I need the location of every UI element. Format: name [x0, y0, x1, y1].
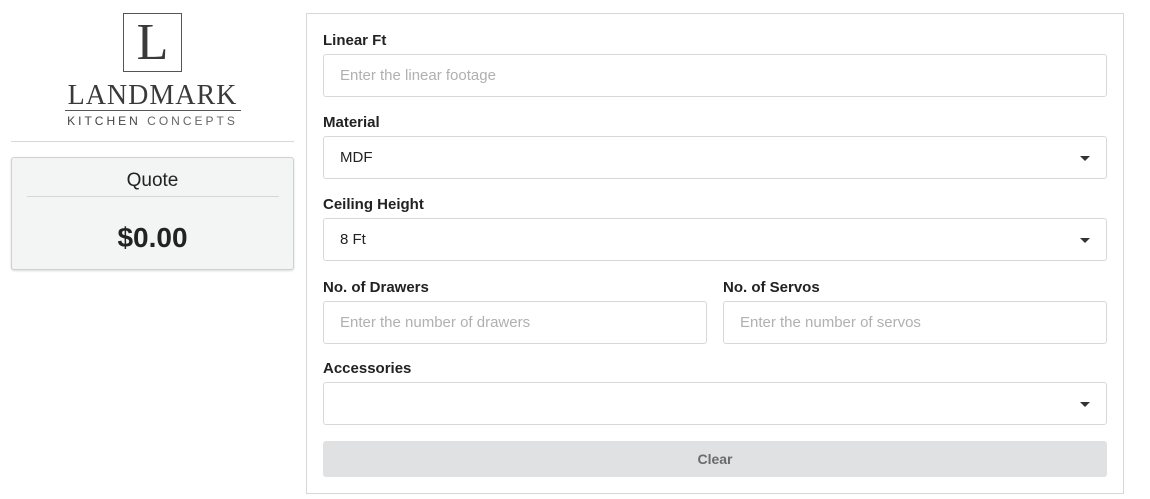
material-select[interactable]: MDF [323, 136, 1107, 179]
drawers-field [323, 301, 707, 344]
quote-title: Quote [126, 170, 179, 191]
servos-label: No. of Servos [723, 279, 820, 296]
ceiling-height-selected-value: 8 Ft [340, 231, 366, 248]
logo-divider [65, 110, 241, 111]
logo-subtitle-primary: KITCHEN [67, 114, 141, 128]
clear-button[interactable]: Clear [323, 441, 1107, 477]
quote-card: Quote $0.00 [11, 157, 294, 270]
accessories-label: Accessories [323, 360, 412, 377]
servos-input[interactable] [724, 302, 1106, 343]
ceiling-height-label: Ceiling Height [323, 196, 424, 213]
material-selected-value: MDF [340, 149, 373, 166]
quote-divider [27, 196, 279, 197]
linear-ft-field [323, 54, 1107, 97]
drawers-input[interactable] [324, 302, 706, 343]
ceiling-height-select[interactable]: 8 Ft [323, 218, 1107, 261]
logo-subtitle: KITCHEN CONCEPTS [11, 114, 294, 128]
chevron-down-icon [1080, 238, 1090, 243]
linear-ft-label: Linear Ft [323, 32, 387, 49]
logo-subtitle-secondary: CONCEPTS [147, 114, 238, 128]
company-logo: L LANDMARK KITCHEN CONCEPTS [11, 12, 294, 130]
logo-mark-letter: L [136, 13, 169, 71]
sidebar-divider [11, 141, 294, 142]
sidebar: L LANDMARK KITCHEN CONCEPTS Quote $0.00 [11, 0, 294, 499]
linear-ft-input[interactable] [324, 55, 1106, 96]
chevron-down-icon [1080, 402, 1090, 407]
logo-mark: L [123, 13, 182, 72]
material-label: Material [323, 114, 380, 131]
servos-field [723, 301, 1107, 344]
logo-name: LANDMARK [67, 80, 238, 111]
drawers-label: No. of Drawers [323, 279, 429, 296]
accessories-select[interactable] [323, 382, 1107, 425]
quote-form: Linear Ft Material MDF Ceiling Height 8 … [306, 13, 1124, 494]
quote-value: $0.00 [117, 222, 188, 253]
chevron-down-icon [1080, 156, 1090, 161]
